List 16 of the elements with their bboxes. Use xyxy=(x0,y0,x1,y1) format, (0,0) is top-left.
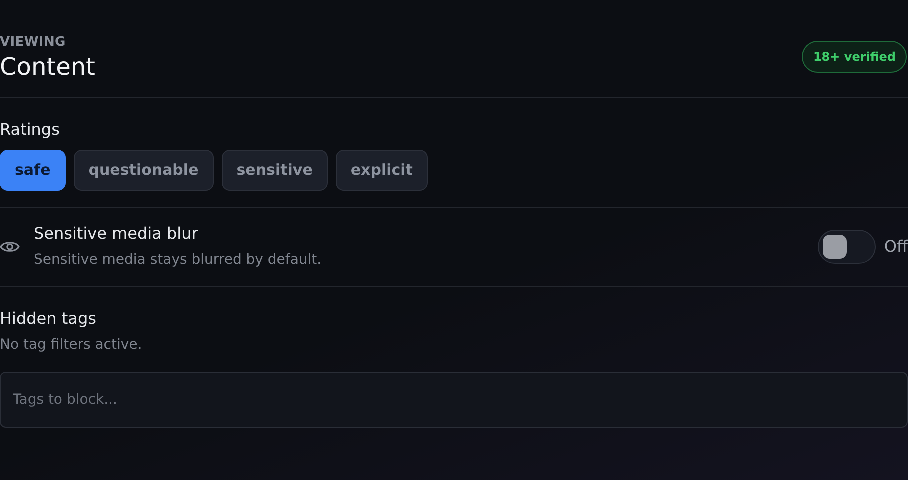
status-text: No tag filters active. xyxy=(0,336,144,355)
eyebrow-label: VIEWING xyxy=(0,34,67,52)
toggle-state-label: Off xyxy=(884,236,908,258)
section-label: Ratings xyxy=(0,119,61,142)
setting-description: Sensitive media stays blurred by default. xyxy=(34,251,323,270)
rating-chip[interactable]: sensitive xyxy=(222,150,328,191)
setting-title: Sensitive media blur xyxy=(34,223,200,246)
rating-chip[interactable]: safe xyxy=(0,150,66,191)
eye-icon xyxy=(0,240,20,254)
toggle-switch[interactable] xyxy=(818,230,876,264)
section-label: Hidden tags xyxy=(0,308,98,330)
rating-chip[interactable]: explicit xyxy=(336,150,428,191)
rating-chip[interactable]: questionable xyxy=(74,150,214,191)
tag-input-field[interactable]: Tags to block... xyxy=(0,372,908,428)
verified-badge: 18+ verified xyxy=(802,41,907,74)
page-title: Content xyxy=(0,52,96,82)
